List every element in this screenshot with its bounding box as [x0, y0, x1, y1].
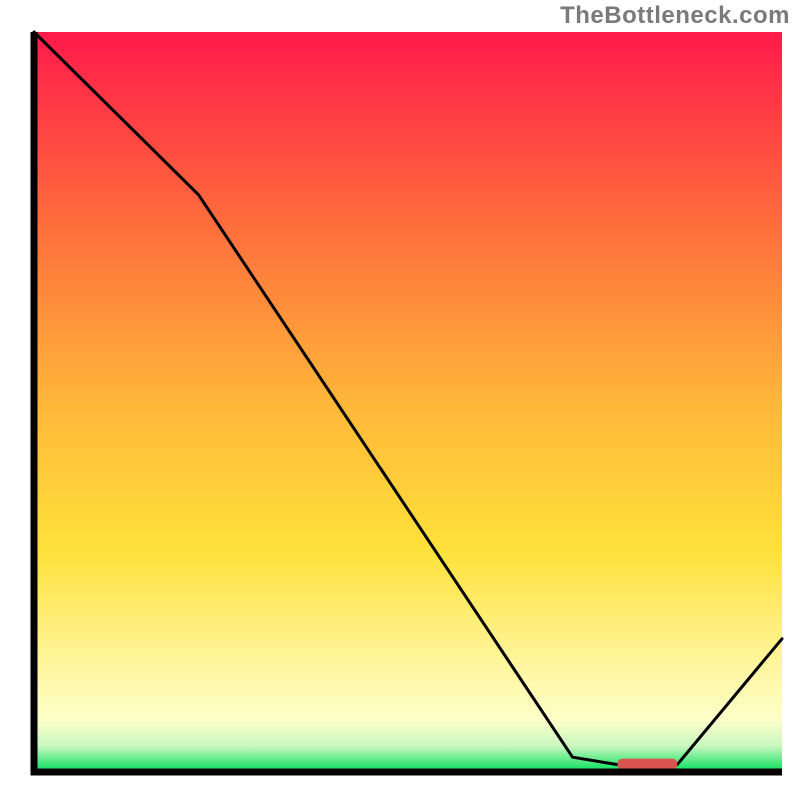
- chart-container: TheBottleneck.com: [0, 0, 800, 800]
- chart-svg: [0, 0, 800, 800]
- watermark-text: TheBottleneck.com: [560, 2, 790, 30]
- highlight-marker: [617, 759, 677, 770]
